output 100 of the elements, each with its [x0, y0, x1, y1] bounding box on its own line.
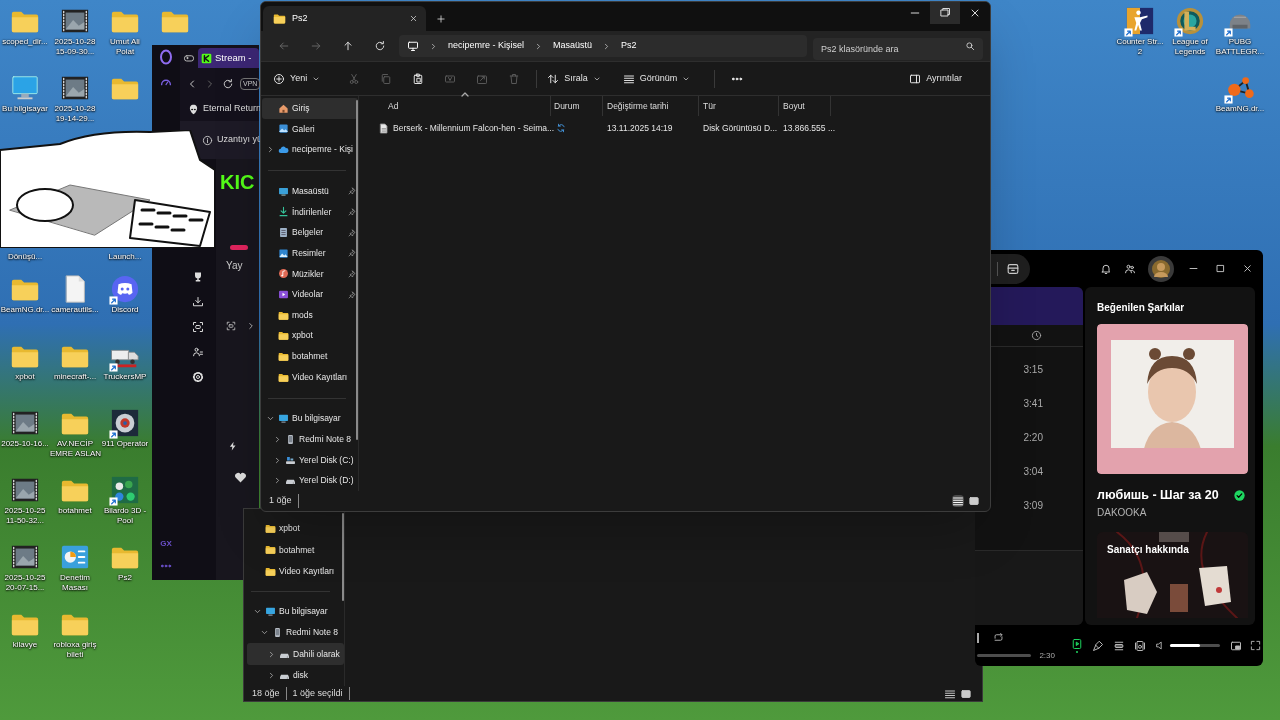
pin-icon[interactable]	[348, 187, 356, 196]
new-tab-icon[interactable]	[436, 14, 446, 24]
gamepad-icon[interactable]	[183, 52, 195, 64]
ring-emblem-icon[interactable]	[1175, 6, 1205, 36]
scrollbar-thumb[interactable]	[342, 513, 344, 601]
breadcrumb-link[interactable]: Ps2	[621, 39, 637, 53]
sidebar-item[interactable]: Video Kayıtları	[262, 366, 358, 388]
sidebar-item[interactable]: Müzikler	[262, 263, 358, 285]
sidebar-item[interactable]: Resimler	[262, 242, 358, 264]
fullscreen-icon[interactable]	[1250, 640, 1261, 651]
search-field[interactable]: Ps2 klasöründe ara	[813, 38, 983, 60]
new-button[interactable]: Yeni	[269, 66, 325, 91]
paste-icon[interactable]	[412, 72, 425, 85]
address-bar[interactable]: necipemre - Kişisel Masaüstü Ps2	[399, 35, 807, 57]
sidebar-item[interactable]: Belgeler	[262, 222, 358, 243]
icon-label: robloxa giriş bileti	[53, 640, 97, 660]
sidebar-item[interactable]: xpbot	[247, 518, 344, 540]
pin-icon[interactable]	[348, 207, 356, 216]
maximize-icon[interactable]	[1215, 263, 1226, 274]
bell-icon[interactable]	[1100, 262, 1112, 275]
close-icon[interactable]	[1242, 263, 1253, 274]
people-icon[interactable]	[192, 346, 204, 358]
chevron-right-icon[interactable]	[246, 321, 256, 331]
close-icon[interactable]	[409, 14, 418, 23]
heart-icon[interactable]	[234, 471, 247, 484]
microphone-icon[interactable]	[1092, 639, 1104, 652]
restore-icon[interactable]	[930, 2, 960, 24]
sidebar-item[interactable]: Bu bilgisayar	[247, 600, 344, 623]
soldier-silhouette-icon[interactable]	[1125, 6, 1155, 36]
sidebar-item[interactable]: Yerel Disk (C:)	[262, 449, 358, 471]
pin-icon[interactable]	[348, 290, 356, 299]
avatar-icon[interactable]	[1148, 255, 1174, 282]
queue-icon[interactable]	[1113, 639, 1125, 652]
sidebar-item[interactable]: Giriş	[262, 98, 358, 119]
download-tray-icon[interactable]	[192, 296, 204, 308]
details-button[interactable]: Ayrıntılar	[905, 66, 966, 91]
volume-slider[interactable]	[1170, 644, 1220, 647]
column-header[interactable]: Ad	[365, 96, 551, 116]
sidebar-item[interactable]: Redmi Note 8	[262, 429, 358, 450]
sidebar-item[interactable]: Video Kayıtları	[247, 560, 344, 582]
billiard-balls-icon[interactable]	[110, 475, 140, 505]
badge-icon[interactable]	[110, 408, 140, 438]
scrollbar-thumb[interactable]	[356, 100, 358, 440]
icon-label: xpbot	[15, 372, 35, 382]
screenshot-icon[interactable]	[192, 321, 204, 333]
chevron-right-icon[interactable]	[267, 670, 276, 680]
sidebar-item[interactable]: Masaüstü	[262, 180, 358, 202]
refresh-icon[interactable]	[222, 78, 234, 90]
miniplayer-icon[interactable]	[1230, 639, 1242, 652]
list-view-icon[interactable]	[952, 495, 964, 507]
sidebar-item[interactable]: disk	[247, 664, 344, 687]
chevron-right-icon[interactable]	[266, 145, 275, 155]
tiles-view-icon[interactable]	[968, 495, 980, 507]
browser-tab[interactable]: Stream -	[198, 48, 259, 68]
file-row[interactable]: Berserk - Millennium Falcon-hen - Seima... 13.11.2025 14:19 Disk Görüntüsü D... 13.866.555 ...	[365, 117, 990, 139]
monitor-icon	[407, 40, 419, 52]
chevron-right-icon[interactable]	[273, 455, 282, 465]
info-icon	[202, 134, 213, 146]
sidebar-item[interactable]: Redmi Note 8	[247, 622, 344, 644]
saved-check-icon[interactable]	[1234, 489, 1245, 501]
sidebar-item[interactable]: botahmet	[247, 539, 344, 561]
sidebar-item[interactable]: mods	[262, 304, 358, 326]
now-playing-icon[interactable]	[1071, 638, 1083, 650]
chevron-right-icon[interactable]	[267, 649, 276, 659]
progress-track[interactable]	[977, 654, 1032, 657]
sidebar-item[interactable]: xpbot	[262, 325, 358, 347]
column-header[interactable]: Durum	[551, 96, 603, 116]
sort-button[interactable]: Sırala	[543, 66, 605, 91]
list-view-icon[interactable]	[944, 687, 956, 700]
sidebar-item[interactable]: botahmet	[262, 346, 358, 367]
sidebar-item[interactable]: Yerel Disk (D:)	[262, 470, 358, 492]
column-header[interactable]: Tür	[699, 96, 779, 116]
pin-icon[interactable]	[348, 269, 356, 278]
icon-label: Bilardo 3D - Pool	[103, 506, 147, 526]
sidebar-item[interactable]: Dahili olarak	[247, 643, 344, 665]
inbox-tray-icon[interactable]	[1006, 261, 1020, 276]
breadcrumb-link[interactable]: Masaüstü	[553, 39, 593, 53]
breadcrumb-link[interactable]: necipemre - Kişisel	[448, 39, 525, 53]
pin-icon[interactable]	[348, 249, 356, 258]
sidebar-item[interactable]: İndirilenler	[262, 201, 358, 223]
pin-icon[interactable]	[348, 228, 356, 237]
view-button[interactable]: Görünüm	[618, 66, 695, 91]
sidebar-item[interactable]: Videolar	[262, 284, 358, 305]
tiles-view-icon[interactable]	[960, 687, 972, 700]
repeat-icon[interactable]	[993, 632, 1004, 643]
sidebar-item[interactable]: necipemre - Kişi	[262, 139, 358, 160]
devices-icon[interactable]	[1134, 639, 1146, 652]
column-header[interactable]: Değiştirme tarihi	[603, 96, 699, 116]
screenshot-icon[interactable]	[226, 321, 236, 331]
people-icon[interactable]	[1124, 262, 1136, 275]
chevron-right-icon[interactable]	[273, 434, 282, 444]
settings-icon[interactable]	[192, 371, 204, 383]
explorer-tab[interactable]: Ps2	[263, 6, 426, 31]
sidebar-item[interactable]: Galeri	[262, 118, 358, 140]
trophy-icon[interactable]	[192, 271, 204, 283]
artist-link[interactable]: DAKOOKA	[1097, 504, 1249, 520]
column-header[interactable]: Boyut	[779, 96, 831, 116]
sidebar-item[interactable]: Bu bilgisayar	[262, 408, 358, 430]
ring-logo-icon[interactable]	[158, 49, 174, 65]
chevron-right-icon[interactable]	[273, 476, 282, 486]
